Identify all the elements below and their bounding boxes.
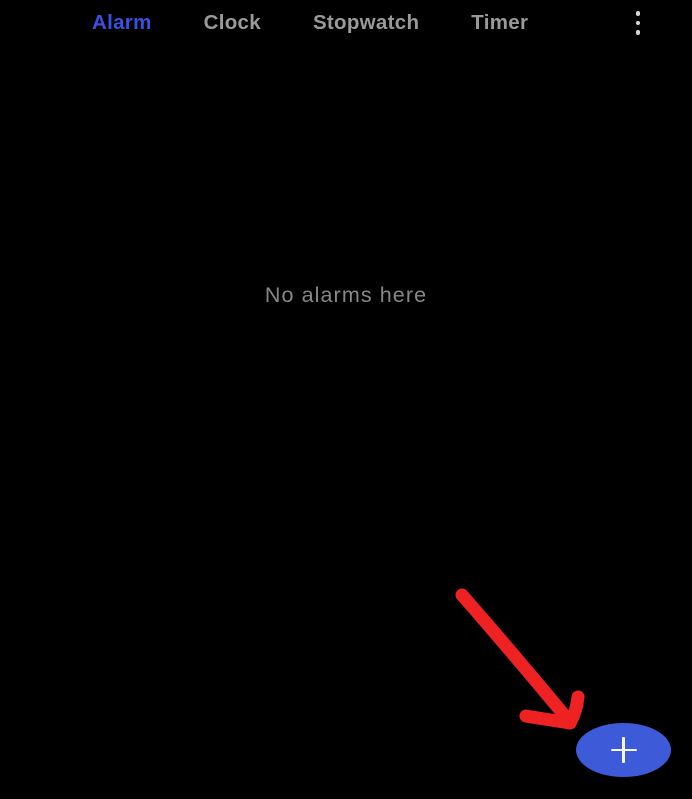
empty-state: No alarms here: [0, 283, 692, 309]
menu-dot-1: [635, 11, 641, 16]
tab-clock[interactable]: Clock: [204, 12, 261, 34]
clock-app-screen: Alarm Clock Stopwatch Timer No alarms he…: [0, 0, 692, 799]
menu-dot-2: [635, 20, 641, 26]
top-tab-bar: Alarm Clock Stopwatch Timer: [0, 0, 692, 46]
tab-timer[interactable]: Timer: [471, 12, 528, 34]
empty-state-message: No alarms here: [264, 283, 428, 307]
more-vertical-icon[interactable]: [626, 4, 650, 42]
red-pointer-arrow: [455, 588, 585, 730]
menu-dot-3: [635, 30, 641, 35]
plus-icon: [610, 737, 637, 763]
tab-stopwatch[interactable]: Stopwatch: [313, 12, 419, 34]
tab-alarm[interactable]: Alarm: [92, 12, 152, 34]
add-alarm-fab[interactable]: [576, 723, 671, 777]
